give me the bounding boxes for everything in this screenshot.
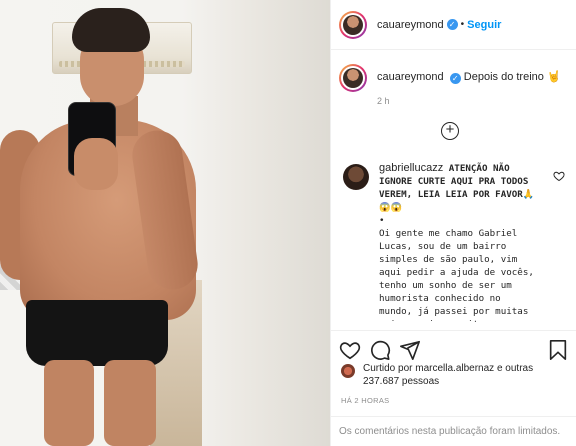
- posted-time: HÁ 2 HORAS: [341, 396, 390, 405]
- comment-icon[interactable]: [369, 339, 391, 361]
- verified-badge-icon: ✓: [446, 19, 458, 30]
- comment-bullet: •: [379, 215, 385, 226]
- author-avatar[interactable]: [339, 10, 367, 39]
- post-photo[interactable]: [0, 0, 330, 446]
- comment-body: gabriellucazz ATENÇÃO NÃO IGNORE CURTE A…: [379, 162, 539, 322]
- likes-text[interactable]: Curtido por marcella.albernaz e outras 2…: [363, 362, 553, 388]
- action-bar: [331, 330, 576, 366]
- commenter-username[interactable]: gabriellucazz: [379, 162, 443, 174]
- post-header: cauareymond ✓ • Seguir: [331, 0, 576, 50]
- comment-like-heart-icon[interactable]: [553, 170, 565, 182]
- likes-summary: Curtido por marcella.albernaz e outras 2…: [341, 362, 553, 388]
- comment-text: Oi gente me chamo Gabriel Lucas, sou de …: [379, 228, 534, 322]
- author-username[interactable]: cauareymond: [377, 19, 444, 31]
- caption-avatar[interactable]: [339, 64, 367, 92]
- liker-avatar[interactable]: [341, 364, 355, 378]
- commenter-avatar[interactable]: [343, 164, 369, 190]
- caption-username[interactable]: cauareymond: [377, 71, 444, 83]
- caption-time-ago: 2 h: [377, 96, 390, 106]
- caption-body: Depois do treino: [463, 71, 544, 83]
- follow-button[interactable]: Seguir: [467, 19, 501, 31]
- share-icon[interactable]: [399, 339, 421, 361]
- bookmark-icon[interactable]: [547, 339, 569, 361]
- post-caption: cauareymond ✓ Depois do treino 🤘 2 h: [339, 64, 571, 106]
- comment-item: gabriellucazz ATENÇÃO NÃO IGNORE CURTE A…: [339, 162, 571, 322]
- separator-dot: •: [460, 19, 465, 30]
- plus-circle-icon[interactable]: +: [441, 122, 459, 140]
- person-left-leg: [44, 360, 94, 446]
- comments-limited-notice: Os comentários nesta publicação foram li…: [331, 416, 576, 446]
- person-hair: [72, 8, 150, 52]
- heart-icon[interactable]: [339, 339, 361, 361]
- person-hand: [74, 138, 118, 190]
- caption-emoji: 🤘: [546, 71, 561, 83]
- caption-text: cauareymond ✓ Depois do treino 🤘: [377, 70, 561, 84]
- person-right-leg: [104, 360, 156, 446]
- person-shorts: [26, 300, 168, 366]
- verified-badge-icon: ✓: [449, 73, 461, 84]
- post-side-panel: cauareymond ✓ • Seguir cauareymond ✓ Dep…: [330, 0, 576, 446]
